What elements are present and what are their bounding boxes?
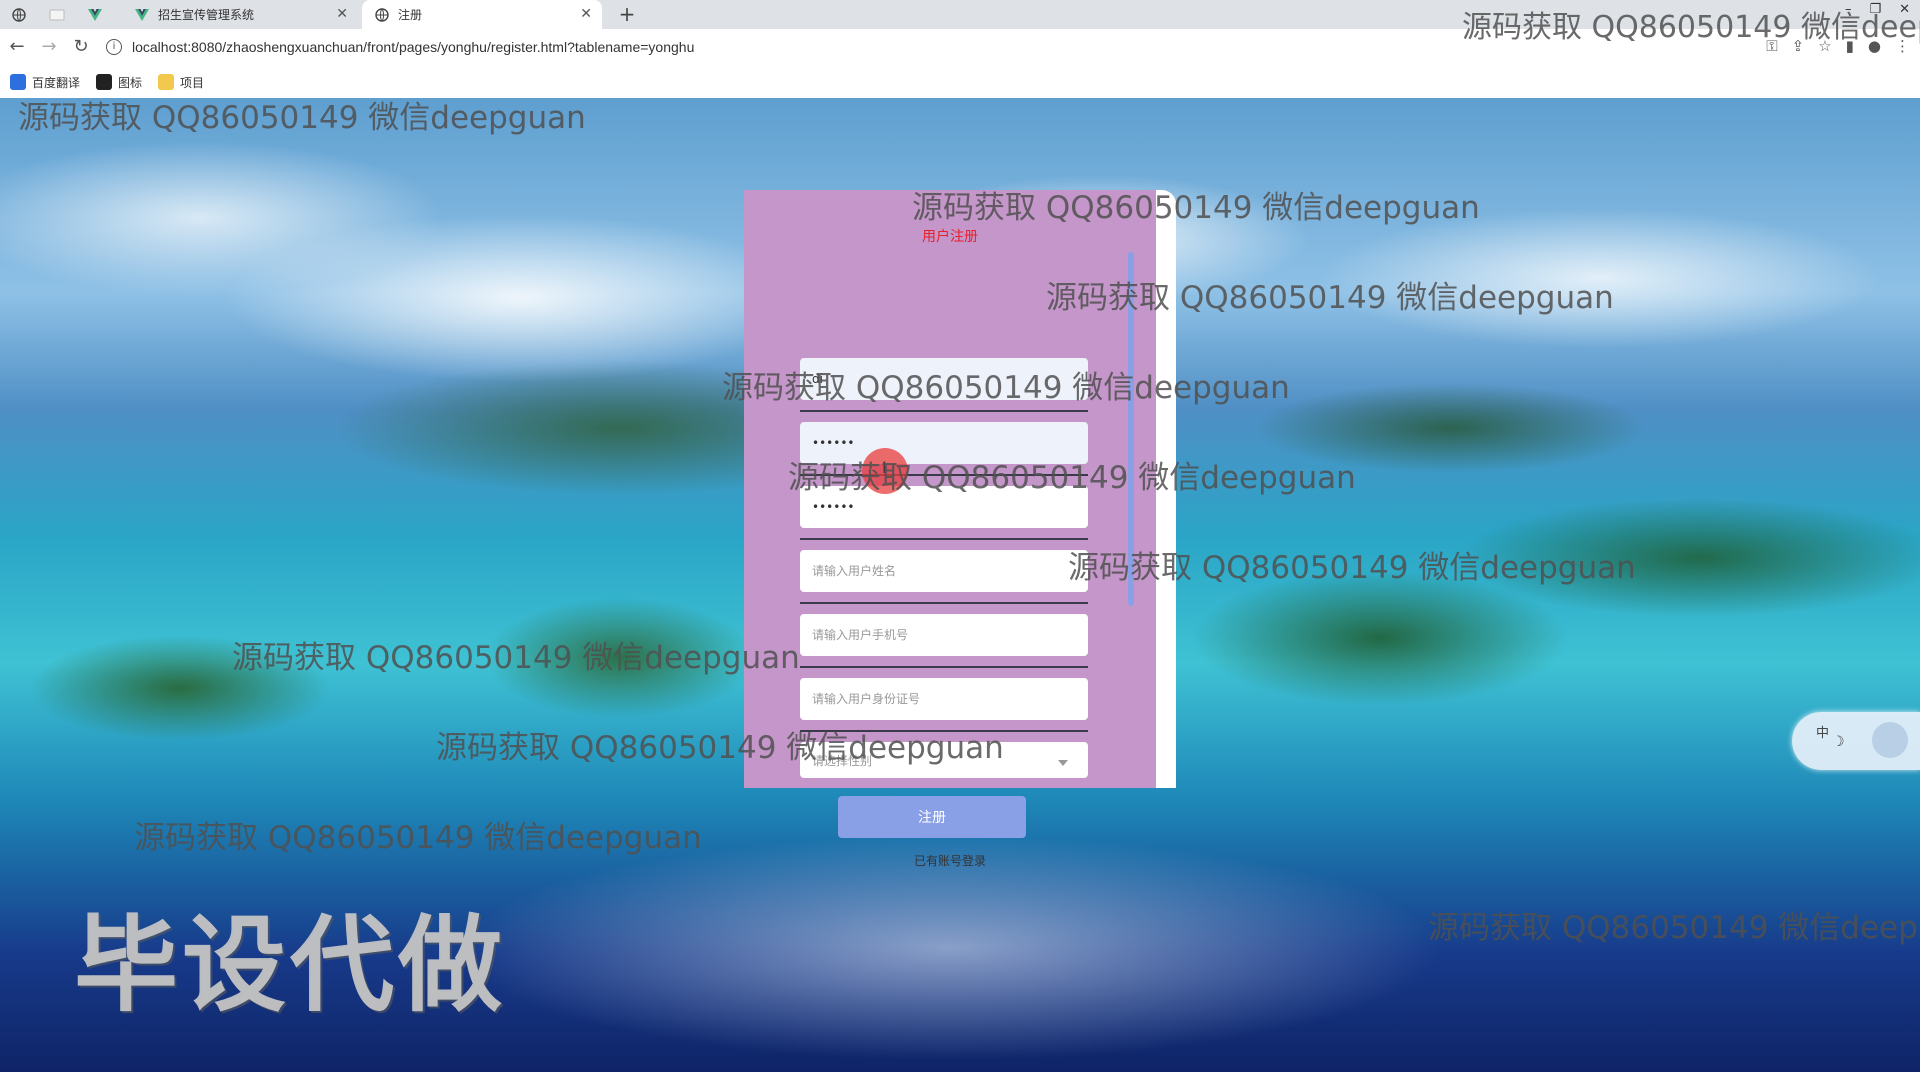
- forward-arrow-icon[interactable]: →: [38, 36, 60, 57]
- register-title: 用户注册: [922, 229, 978, 245]
- name-field[interactable]: [800, 550, 1088, 592]
- new-tab-button[interactable]: +: [614, 2, 640, 26]
- vue-logo-icon: [134, 7, 150, 23]
- idcard-input[interactable]: [812, 692, 1088, 706]
- tab-pinned-2[interactable]: [46, 0, 76, 29]
- ime-avatar-icon: [1872, 722, 1908, 758]
- moon-icon: ☽: [1832, 734, 1845, 750]
- ime-widget[interactable]: 中 ☽: [1792, 712, 1920, 770]
- idcard-field[interactable]: [800, 678, 1088, 720]
- back-arrow-icon[interactable]: ←: [6, 36, 28, 57]
- watermark: 源码获取 QQ86050149 微信deepguan: [232, 640, 800, 676]
- tab-label: 注册: [398, 8, 423, 22]
- password-input[interactable]: [812, 436, 1088, 450]
- close-icon[interactable]: ✕: [336, 6, 348, 22]
- bookmark-label: 项目: [180, 75, 205, 90]
- bookmark-label: 图标: [118, 75, 143, 90]
- watermark: 源码获取 QQ86050149 微信deepguan: [436, 730, 1004, 766]
- tab-pinned-1[interactable]: [8, 0, 38, 29]
- phone-input[interactable]: [812, 628, 1088, 642]
- tab-admin-system[interactable]: 招生宣传管理系统 ✕: [126, 0, 358, 29]
- confirm-password-input[interactable]: [812, 500, 1088, 514]
- chevron-down-icon: [1058, 760, 1068, 766]
- watermark: 源码获取 QQ86050149 微信deepguan: [912, 190, 1480, 226]
- blank-page-icon: [49, 7, 65, 23]
- baidu-translate-icon: [10, 74, 26, 90]
- field-underline: [800, 666, 1088, 668]
- watermark: 源码获取 QQ86050149 微信deepguan: [788, 460, 1356, 496]
- globe-icon: [11, 7, 27, 23]
- image-icon: [96, 74, 113, 90]
- url-text: localhost:8080/zhaoshengxuanchuan/front/…: [132, 39, 695, 55]
- close-icon[interactable]: ✕: [580, 6, 592, 22]
- globe-icon: [374, 7, 390, 23]
- watermark: 源码获取 QQ86050149 微信deepguan: [18, 100, 586, 136]
- field-underline: [800, 410, 1088, 412]
- watermark: 源码获取 QQ86050149 微信deepguan: [134, 820, 702, 856]
- login-link[interactable]: 已有账号登录: [744, 852, 1156, 869]
- info-icon[interactable]: i: [106, 39, 122, 55]
- watermark: 源码获取 QQ86050149 微信deep: [1428, 910, 1918, 946]
- tab-register[interactable]: 注册 ✕: [362, 0, 602, 29]
- bookmark-icons[interactable]: 图标: [96, 74, 142, 91]
- register-button[interactable]: 注册: [838, 796, 1026, 838]
- field-underline: [800, 602, 1088, 604]
- watermark: 源码获取 QQ86050149 微信deep: [1462, 10, 1920, 45]
- watermark: 源码获取 QQ86050149 微信deepguan: [1068, 550, 1636, 586]
- phone-field[interactable]: [800, 614, 1088, 656]
- watermark: 源码获取 QQ86050149 微信deepguan: [722, 370, 1290, 406]
- vue-logo-icon: [87, 7, 103, 23]
- bookmark-baidu-translate[interactable]: 百度翻译: [10, 74, 80, 91]
- tab-pinned-3[interactable]: [84, 0, 114, 29]
- name-input[interactable]: [812, 564, 1088, 578]
- watermark: 源码获取 QQ86050149 微信deepguan: [1046, 280, 1614, 316]
- folder-icon: [158, 74, 175, 90]
- bookmark-project[interactable]: 项目: [158, 74, 204, 91]
- field-underline: [800, 538, 1088, 540]
- bookmark-label: 百度翻译: [32, 75, 81, 90]
- tab-label: 招生宣传管理系统: [158, 8, 255, 22]
- big-watermark: 毕设代做: [74, 904, 507, 1026]
- reload-icon[interactable]: ↻: [70, 36, 92, 57]
- ime-mode: 中: [1816, 726, 1830, 741]
